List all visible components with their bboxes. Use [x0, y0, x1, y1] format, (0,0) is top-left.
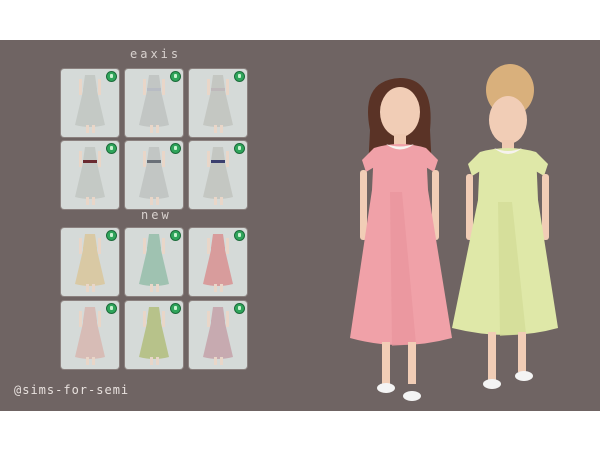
shoe-left [483, 379, 501, 389]
dress-thumbnail[interactable] [188, 300, 248, 370]
new-heading: new [141, 208, 172, 222]
plumbob-icon [235, 72, 244, 81]
dress-thumbnail[interactable] [124, 68, 184, 138]
sim-green-dress [452, 64, 558, 389]
leg-right [408, 342, 416, 384]
plumbob-icon [107, 304, 116, 313]
dress-thumbnail[interactable] [188, 227, 248, 297]
dress-thumbnail[interactable] [188, 68, 248, 138]
preview-panel: eaxis new @sims-for-semi [0, 40, 600, 411]
plumbob-icon [171, 231, 180, 240]
face [489, 96, 527, 144]
dress-thumbnail[interactable] [60, 300, 120, 370]
plumbob-icon [171, 144, 180, 153]
dress-thumbnail[interactable] [124, 300, 184, 370]
dress-thumbnail[interactable] [188, 140, 248, 210]
plumbob-icon [107, 144, 116, 153]
watermark: @sims-for-semi [14, 383, 130, 397]
dress-thumbnail[interactable] [124, 227, 184, 297]
dress-thumbnail[interactable] [124, 140, 184, 210]
eaxis-heading: eaxis [130, 47, 182, 61]
shoe-right [515, 371, 533, 381]
dress-thumbnail[interactable] [60, 140, 120, 210]
shoe-right [403, 391, 421, 401]
leg-right [518, 332, 526, 372]
sim-pink-dress [350, 78, 452, 401]
face [380, 87, 420, 137]
leg-left [488, 332, 496, 380]
arm-right [542, 174, 549, 240]
plumbob-icon [171, 72, 180, 81]
plumbob-icon [171, 304, 180, 313]
shoe-left [377, 383, 395, 393]
plumbob-icon [235, 144, 244, 153]
plumbob-icon [107, 72, 116, 81]
plumbob-icon [235, 304, 244, 313]
leg-left [382, 342, 390, 384]
pink-bodice [372, 144, 428, 190]
dress-thumbnail[interactable] [60, 227, 120, 297]
dress-thumbnail[interactable] [60, 68, 120, 138]
arm-left [360, 170, 367, 240]
sims-preview-scene [350, 64, 558, 401]
plumbob-icon [107, 231, 116, 240]
green-bodice [478, 148, 538, 200]
plumbob-icon [235, 231, 244, 240]
